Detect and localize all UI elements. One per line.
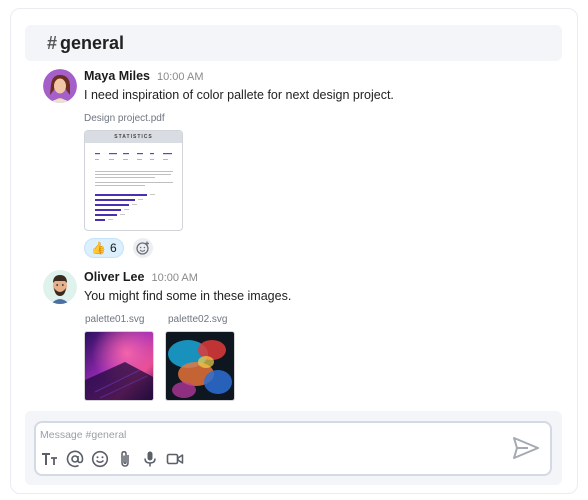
- reaction-thumbs-up[interactable]: 👍 6: [84, 238, 124, 258]
- video-call-button[interactable]: [166, 450, 184, 468]
- image-attachment-palette01[interactable]: [84, 331, 154, 401]
- image-filename[interactable]: palette02.svg: [168, 314, 228, 325]
- message-timestamp: 10:00 AM: [151, 272, 198, 284]
- pdf-attachment-preview[interactable]: STATISTICS: [84, 130, 183, 231]
- at-mention-icon: [66, 450, 84, 468]
- image-filename[interactable]: palette01.svg: [85, 314, 145, 325]
- message-item: Oliver Lee 10:00 AM You might find some …: [43, 270, 523, 402]
- add-reaction-button[interactable]: [133, 238, 153, 258]
- thumbs-up-icon: 👍: [91, 241, 106, 255]
- video-camera-icon: [166, 453, 184, 465]
- channel-name: general: [60, 32, 125, 53]
- text-format-button[interactable]: [41, 450, 59, 468]
- paperclip-icon: [121, 451, 129, 467]
- channel-hash: #: [47, 32, 58, 53]
- avatar[interactable]: [43, 69, 77, 103]
- avatar[interactable]: [43, 270, 77, 304]
- reaction-count: 6: [109, 241, 117, 255]
- message-timestamp: 10:00 AM: [157, 71, 204, 83]
- add-emoji-icon: [136, 241, 149, 255]
- send-button[interactable]: [512, 436, 540, 460]
- text-format-icon: [42, 453, 57, 465]
- message-text: I need inspiration of color pallete for …: [84, 88, 394, 102]
- attach-button[interactable]: [116, 450, 134, 468]
- message-item: Maya Miles 10:00 AM I need inspiration o…: [43, 69, 523, 259]
- message-text: You might find some in these images.: [84, 289, 292, 303]
- message-author[interactable]: Maya Miles: [84, 69, 150, 83]
- mention-button[interactable]: [66, 450, 84, 468]
- channel-header: # general: [25, 25, 562, 61]
- voice-message-button[interactable]: [141, 450, 159, 468]
- message-author[interactable]: Oliver Lee: [84, 270, 144, 284]
- emoji-button[interactable]: [91, 450, 109, 468]
- message-composer: [34, 421, 552, 476]
- message-input[interactable]: [40, 426, 480, 444]
- composer-area: [25, 411, 562, 485]
- send-icon: [513, 437, 539, 459]
- attachment-filename[interactable]: Design project.pdf: [84, 113, 544, 124]
- microphone-icon: [144, 451, 156, 467]
- pdf-page-content: [95, 153, 173, 221]
- pdf-heading: STATISTICS: [85, 131, 182, 143]
- image-attachment-palette02[interactable]: [165, 331, 235, 401]
- emoji-icon: [91, 450, 109, 468]
